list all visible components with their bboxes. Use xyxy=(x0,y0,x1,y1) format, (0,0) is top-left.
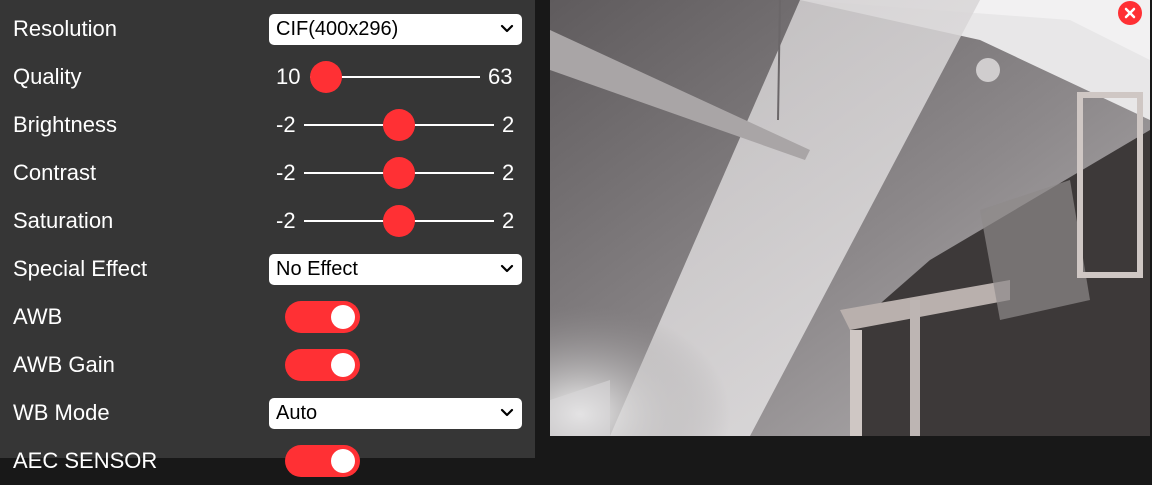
quality-max: 63 xyxy=(488,64,513,89)
brightness-label: Brightness xyxy=(13,112,117,137)
wb-mode-select[interactable]: Auto xyxy=(269,398,522,429)
brightness-max: 2 xyxy=(502,112,515,137)
quality-min: 10 xyxy=(276,64,301,89)
awb-row: AWB xyxy=(0,293,535,341)
chevron-down-icon xyxy=(500,264,514,273)
wb-mode-value: Auto xyxy=(276,402,318,424)
aec-sensor-toggle[interactable] xyxy=(285,445,360,477)
brightness-slider[interactable] xyxy=(304,109,494,141)
saturation-row: Saturation -2 2 xyxy=(0,197,535,245)
special-effect-value: No Effect xyxy=(276,258,358,280)
awb-gain-toggle-knob xyxy=(331,353,355,377)
contrast-max: 2 xyxy=(502,160,515,185)
special-effect-row: Special Effect No Effect xyxy=(0,245,535,293)
awb-gain-toggle[interactable] xyxy=(285,349,360,381)
awb-label: AWB xyxy=(13,304,63,329)
settings-panel: Resolution CIF(400x296) Quality 10 63 Br… xyxy=(0,0,535,477)
close-icon xyxy=(1124,7,1136,19)
saturation-label: Saturation xyxy=(13,208,114,233)
close-stream-button[interactable] xyxy=(1118,1,1142,25)
awb-gain-label: AWB Gain xyxy=(13,352,115,377)
quality-row: Quality 10 63 xyxy=(0,53,535,101)
resolution-select[interactable]: CIF(400x296) xyxy=(269,14,522,45)
saturation-min: -2 xyxy=(276,208,296,233)
contrast-row: Contrast -2 2 xyxy=(0,149,535,197)
quality-slider-thumb[interactable] xyxy=(310,61,342,93)
brightness-min: -2 xyxy=(276,112,296,137)
camera-stream-image xyxy=(550,0,1150,436)
resolution-label: Resolution xyxy=(13,16,117,41)
awb-toggle[interactable] xyxy=(285,301,360,333)
stream-scene xyxy=(550,0,1150,436)
wb-mode-label: WB Mode xyxy=(13,400,110,425)
aec-sensor-row: AEC SENSOR xyxy=(0,437,535,485)
special-effect-select[interactable]: No Effect xyxy=(269,254,522,285)
saturation-slider[interactable] xyxy=(304,205,494,237)
contrast-slider[interactable] xyxy=(304,157,494,189)
special-effect-label: Special Effect xyxy=(13,256,148,281)
quality-slider[interactable] xyxy=(310,61,480,93)
contrast-min: -2 xyxy=(276,160,296,185)
aec-sensor-toggle-knob xyxy=(331,449,355,473)
resolution-row: Resolution CIF(400x296) xyxy=(0,5,535,53)
saturation-slider-thumb[interactable] xyxy=(383,205,415,237)
contrast-slider-thumb[interactable] xyxy=(383,157,415,189)
brightness-row: Brightness -2 2 xyxy=(0,101,535,149)
chevron-down-icon xyxy=(500,408,514,417)
quality-label: Quality xyxy=(13,64,82,89)
awb-gain-row: AWB Gain xyxy=(0,341,535,389)
chevron-down-icon xyxy=(500,24,514,33)
resolution-value: CIF(400x296) xyxy=(276,18,399,40)
aec-sensor-label: AEC SENSOR xyxy=(13,448,158,473)
contrast-label: Contrast xyxy=(13,160,97,185)
brightness-slider-thumb[interactable] xyxy=(383,109,415,141)
awb-toggle-knob xyxy=(331,305,355,329)
wb-mode-row: WB Mode Auto xyxy=(0,389,535,437)
saturation-max: 2 xyxy=(502,208,515,233)
